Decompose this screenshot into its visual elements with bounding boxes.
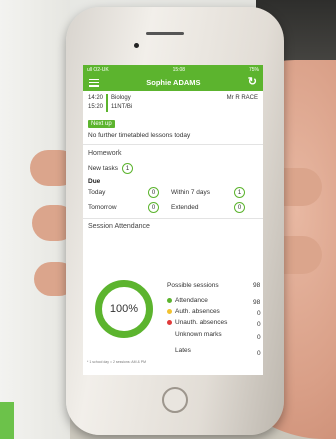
auth-absences-dot bbox=[167, 309, 172, 314]
refresh-icon[interactable]: ↻ bbox=[248, 77, 257, 88]
lesson-class-code: 11NT/Bi bbox=[111, 104, 133, 110]
unauth-absences-label: Unauth. absences bbox=[175, 319, 228, 326]
carrier-label: ull O2-UK bbox=[87, 66, 109, 73]
attendance-label: Attendance bbox=[175, 297, 208, 304]
speaker-grille bbox=[146, 32, 184, 35]
background-green-strip bbox=[0, 402, 14, 439]
extended-label: Extended bbox=[171, 204, 199, 211]
auth-absences-label: Auth. absences bbox=[175, 308, 220, 315]
due-label: Due bbox=[88, 178, 101, 185]
possible-sessions-value: 98 bbox=[253, 282, 261, 289]
current-lesson[interactable]: 14:20 15:20 Biology 11NT/Bi Mr R RACE bbox=[83, 91, 263, 112]
next-up-message: No further timetabled lessons today bbox=[88, 132, 191, 139]
unauth-absences-value: 0 bbox=[257, 321, 261, 328]
unknown-marks-label: Unknown marks bbox=[175, 331, 222, 338]
status-bar: ull O2-UK 15:08 75% bbox=[83, 65, 263, 74]
lesson-color-bar bbox=[106, 94, 109, 112]
due-within7-label: Within 7 days bbox=[171, 189, 211, 196]
next-up-badge: Next up bbox=[88, 120, 115, 128]
menu-icon[interactable] bbox=[89, 78, 99, 87]
auth-absences-stat: Auth. absences bbox=[167, 308, 220, 315]
attendance-donut-chart: 100% bbox=[95, 280, 153, 338]
student-name: Sophie ADAMS bbox=[146, 78, 201, 87]
battery-level: 75% bbox=[248, 66, 259, 73]
lesson-subject: Biology bbox=[111, 95, 131, 101]
clock: 15:08 bbox=[172, 66, 186, 73]
due-tomorrow-count[interactable]: 0 bbox=[148, 202, 159, 213]
attendance-value: 98 bbox=[253, 299, 261, 306]
lesson-start-time: 14:20 bbox=[88, 95, 104, 101]
attendance-stat: Attendance bbox=[167, 297, 208, 304]
unauth-absences-dot bbox=[167, 320, 172, 325]
due-today-label: Today bbox=[88, 189, 106, 196]
homework-section[interactable]: Homework New tasks 1 Due Today 0 Within … bbox=[83, 145, 263, 213]
extended-count[interactable]: 0 bbox=[234, 202, 245, 213]
homework-title: Homework bbox=[88, 150, 122, 157]
auth-absences-value: 0 bbox=[257, 310, 261, 317]
lesson-end-time: 15:20 bbox=[88, 104, 104, 110]
unknown-marks-value: 0 bbox=[257, 334, 261, 341]
new-tasks-count[interactable]: 1 bbox=[122, 163, 133, 174]
attendance-percent: 100% bbox=[109, 303, 139, 315]
unauth-absences-stat: Unauth. absences bbox=[167, 319, 227, 326]
due-within7-count[interactable]: 1 bbox=[234, 187, 245, 198]
app-bar: Sophie ADAMS ↻ bbox=[83, 74, 263, 91]
attendance-footnote: * 1 school day = 2 sessions: AM & PM bbox=[87, 360, 147, 364]
due-tomorrow-label: Tomorrow bbox=[88, 204, 117, 211]
possible-sessions-label: Possible sessions bbox=[167, 282, 219, 289]
new-tasks-label: New tasks bbox=[88, 165, 118, 172]
lesson-teacher: Mr R RACE bbox=[226, 95, 258, 101]
attendance-dot bbox=[167, 298, 172, 303]
app-screen: ull O2-UK 15:08 75% Sophie ADAMS ↻ 14:20… bbox=[83, 65, 263, 375]
lates-label: Lates bbox=[175, 347, 191, 354]
due-today-count[interactable]: 0 bbox=[148, 187, 159, 198]
attendance-title: Session Attendance bbox=[88, 223, 150, 230]
front-camera bbox=[134, 43, 139, 48]
home-button[interactable] bbox=[162, 387, 188, 413]
lates-value: 0 bbox=[257, 350, 261, 357]
